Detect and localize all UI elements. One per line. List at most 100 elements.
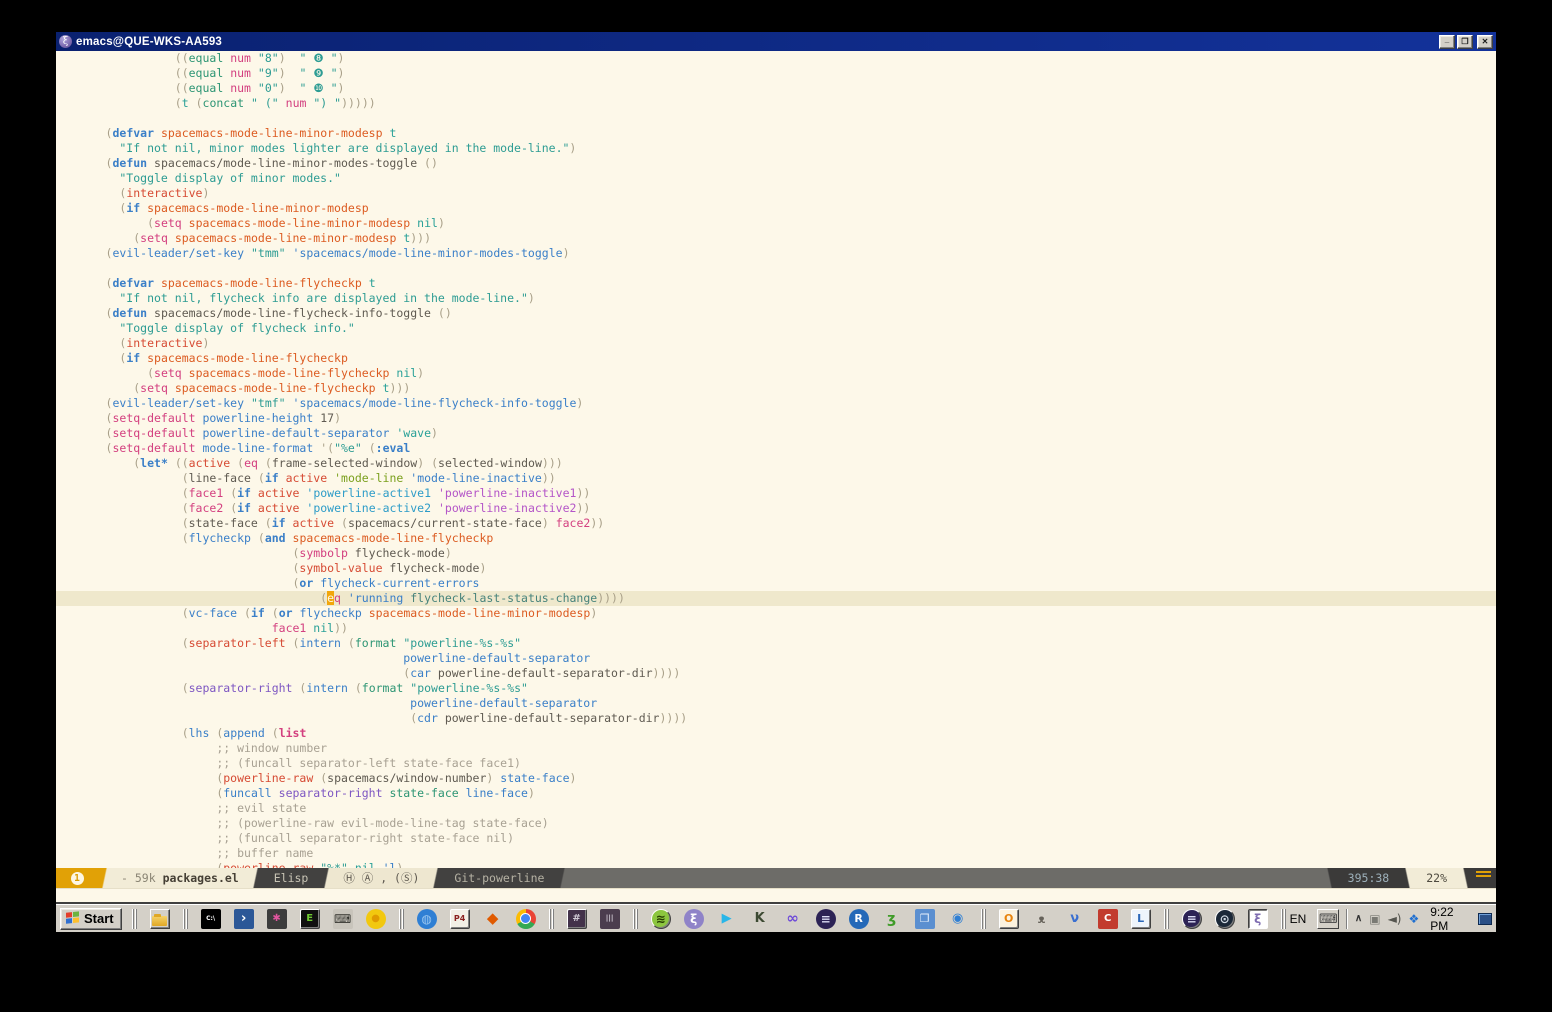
infinity-icon[interactable]: ∞: [783, 909, 803, 929]
code-line[interactable]: (face1 (if active 'powerline-active1 'po…: [64, 486, 1496, 501]
hidden-icons-chevron[interactable]: ∧: [1355, 913, 1362, 924]
close-button[interactable]: ✕: [1477, 35, 1493, 49]
emacs-gnu-icon[interactable]: ξ: [684, 909, 704, 929]
code-line[interactable]: [64, 261, 1496, 276]
code-line[interactable]: ;; (funcall separator-left state-face fa…: [64, 756, 1496, 771]
code-line[interactable]: (interactive): [64, 336, 1496, 351]
code-line[interactable]: (setq-default powerline-height 17): [64, 411, 1496, 426]
steam-icon[interactable]: ⊙: [1215, 909, 1235, 929]
code-line[interactable]: (defun spacemacs/mode-line-flycheck-info…: [64, 306, 1496, 321]
hash-icon[interactable]: #: [567, 909, 587, 929]
restore-button[interactable]: ❐: [1457, 35, 1473, 49]
code-line[interactable]: ;; (funcall separator-right state-face n…: [64, 831, 1496, 846]
code-line[interactable]: (setq spacemacs-mode-line-flycheckp nil): [64, 366, 1496, 381]
code-line[interactable]: (defun spacemacs/mode-line-minor-modes-t…: [64, 156, 1496, 171]
language-indicator[interactable]: EN: [1286, 912, 1311, 926]
mode-line[interactable]: 1 - 59k packages.el Elisp Ⓗ Ⓐ , (Ⓢ) Git-…: [56, 868, 1496, 888]
eye-icon[interactable]: ◉: [948, 909, 968, 929]
code-line[interactable]: (setq spacemacs-mode-line-minor-modesp t…: [64, 231, 1496, 246]
clock[interactable]: 9:22 PM: [1426, 905, 1471, 933]
code-line[interactable]: (flycheckp (and spacemacs-mode-line-flyc…: [64, 531, 1496, 546]
code-line[interactable]: [64, 111, 1496, 126]
code-line[interactable]: powerline-default-separator: [64, 696, 1496, 711]
buffer-name-segment[interactable]: - 59k packages.el: [111, 868, 249, 888]
code-line[interactable]: (evil-leader/set-key "tmm" 'spacemacs/mo…: [64, 246, 1496, 261]
r-lang-icon[interactable]: R: [849, 909, 869, 929]
bars-icon[interactable]: |||: [600, 909, 620, 929]
quicklaunch-handle[interactable]: [183, 909, 188, 929]
code-line[interactable]: "If not nil, minor modes lighter are dis…: [64, 141, 1496, 156]
code-line[interactable]: ((equal num "8") " ❽ "): [64, 51, 1496, 66]
duck-icon[interactable]: ●: [366, 909, 386, 929]
eclipse-icon[interactable]: ≡: [816, 909, 836, 929]
putty-icon[interactable]: ⌨: [333, 909, 353, 929]
code-line[interactable]: "If not nil, flycheck info are displayed…: [64, 291, 1496, 306]
code-line[interactable]: (symbol-value flycheck-mode): [64, 561, 1496, 576]
echo-area[interactable]: [56, 888, 1496, 904]
minimize-button[interactable]: _: [1439, 35, 1455, 49]
gplay-icon[interactable]: ▶: [717, 909, 737, 929]
code-line[interactable]: face1 nil)): [64, 621, 1496, 636]
code-line[interactable]: (defvar spacemacs-mode-line-flycheckp t: [64, 276, 1496, 291]
code-buffer[interactable]: ((equal num "8") " ❽ ") ((equal num "9")…: [56, 51, 1496, 868]
code-line[interactable]: (setq-default mode-line-format '("%e" (:…: [64, 441, 1496, 456]
code-line[interactable]: (powerline-raw (spacemacs/window-number)…: [64, 771, 1496, 786]
folder-icon[interactable]: [150, 909, 170, 929]
start-button[interactable]: Start: [60, 908, 122, 930]
remote-desktop-icon[interactable]: ❐: [915, 909, 935, 929]
title-bar[interactable]: ξ emacs@QUE-WKS-AA593 _ ❐ ✕: [56, 32, 1496, 51]
dropbox-icon[interactable]: ❖: [1408, 913, 1419, 925]
code-line[interactable]: ((equal num "9") " ❾ "): [64, 66, 1496, 81]
code-line[interactable]: (lhs (append (list: [64, 726, 1496, 741]
code-line[interactable]: ((equal num "0") " ❿ "): [64, 81, 1496, 96]
quicklaunch-handle[interactable]: [132, 909, 137, 929]
diamond-icon[interactable]: ◆: [483, 909, 503, 929]
code-line[interactable]: (line-face (if active 'mode-line 'mode-l…: [64, 471, 1496, 486]
snake-icon[interactable]: ʒ: [882, 909, 902, 929]
major-mode-segment[interactable]: Elisp: [262, 868, 321, 888]
code-line[interactable]: (vc-face (if (or flycheckp spacemacs-mod…: [64, 606, 1496, 621]
code-line[interactable]: (or flycheck-current-errors: [64, 576, 1496, 591]
quicklaunch-handle[interactable]: [633, 909, 638, 929]
chrome-icon[interactable]: [516, 909, 536, 929]
code-line[interactable]: (evil-leader/set-key "tmf" 'spacemacs/mo…: [64, 396, 1496, 411]
eclipse2-icon[interactable]: ≡: [1182, 909, 1202, 929]
code-line[interactable]: (powerline-raw "%*" nil 'l): [64, 861, 1496, 868]
cmd-icon[interactable]: C:\: [201, 909, 221, 929]
gremlin-icon[interactable]: ᴥ: [1032, 909, 1052, 929]
code-line[interactable]: (eq 'running flycheck-last-status-change…: [56, 591, 1496, 606]
quicklaunch-handle[interactable]: [549, 909, 554, 929]
keyboard-layout-icon[interactable]: ⌨: [1317, 909, 1339, 929]
quicklaunch-handle[interactable]: [1164, 909, 1169, 929]
code-line[interactable]: (separator-left (intern (format "powerli…: [64, 636, 1496, 651]
minor-modes-segment[interactable]: Ⓗ Ⓐ , (Ⓢ): [333, 868, 429, 888]
code-line[interactable]: (setq spacemacs-mode-line-minor-modesp n…: [64, 216, 1496, 231]
vc-branch-segment[interactable]: Git-powerline: [442, 868, 556, 888]
volume-icon[interactable]: ◄): [1388, 913, 1402, 925]
code-line[interactable]: (let* ((active (eq (frame-selected-windo…: [64, 456, 1496, 471]
code-line[interactable]: ;; buffer name: [64, 846, 1496, 861]
code-line[interactable]: powerline-default-separator: [64, 651, 1496, 666]
code-line[interactable]: (if spacemacs-mode-line-flycheckp: [64, 351, 1496, 366]
code-line[interactable]: (state-face (if active (spacemacs/curren…: [64, 516, 1496, 531]
media-icon[interactable]: ✱: [267, 909, 287, 929]
code-line[interactable]: (defvar spacemacs-mode-line-minor-modesp…: [64, 126, 1496, 141]
code-line[interactable]: "Toggle display of minor modes.": [64, 171, 1496, 186]
gitkraken-k-icon[interactable]: K: [750, 909, 770, 929]
code-line[interactable]: (setq-default powerline-default-separato…: [64, 426, 1496, 441]
powershell-icon[interactable]: ›: [234, 909, 254, 929]
code-line[interactable]: (symbolp flycheck-mode): [64, 546, 1496, 561]
red-c-icon[interactable]: C: [1098, 909, 1118, 929]
code-line[interactable]: (face2 (if active 'powerline-active2 'po…: [64, 501, 1496, 516]
code-line[interactable]: ;; evil state: [64, 801, 1496, 816]
emacs-pressed-icon[interactable]: ξ: [1248, 909, 1268, 929]
code-line[interactable]: (separator-right (intern (format "powerl…: [64, 681, 1496, 696]
code-line[interactable]: (t (concat " (" num ") "))))): [64, 96, 1496, 111]
quill-icon[interactable]: ν: [1065, 909, 1085, 929]
code-line[interactable]: (if spacemacs-mode-line-minor-modesp: [64, 201, 1496, 216]
outlook-icon[interactable]: O: [999, 909, 1019, 929]
code-line[interactable]: (cdr powerline-default-separator-dir)))): [64, 711, 1496, 726]
code-line[interactable]: ;; window number: [64, 741, 1496, 756]
quicklaunch-handle[interactable]: [981, 909, 986, 929]
emacs-terminal-icon[interactable]: E: [300, 909, 320, 929]
